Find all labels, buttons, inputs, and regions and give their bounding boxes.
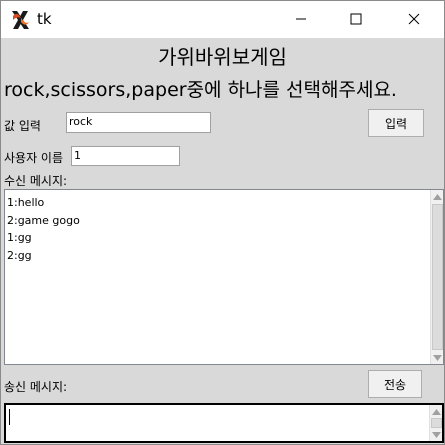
message-line: 2:game gogo [7,213,80,227]
received-messages-label: 수신 메시지: [4,174,68,188]
close-icon [408,10,420,29]
value-input-field[interactable]: rock [66,112,211,133]
received-scrollbar[interactable] [430,190,443,364]
instruction-text: rock,scissors,paper중에 하나를 선택해주세요. [4,79,397,101]
minimize-button[interactable] [277,1,325,38]
minimize-icon [295,10,307,29]
received-messages-list: 1:hello 2:game gogo 1:gg 2:gg [7,194,80,264]
scroll-thumb[interactable] [432,204,443,350]
text-caret [9,409,10,425]
value-input-label: 값 입력 [4,119,41,133]
message-line: 1:gg [7,231,32,244]
scroll-down-arrow-icon[interactable] [431,351,444,364]
message-line: 2:gg [7,248,32,262]
send-button[interactable]: 전송 [368,370,422,398]
username-field[interactable]: 1 [71,146,180,166]
send-input-scrollbar[interactable] [429,405,442,441]
message-line: 1:hello [7,196,45,209]
scroll-thumb[interactable] [431,418,442,428]
send-message-label: 송신 메시지: [4,380,68,394]
window-title: tk [37,10,52,28]
client-area: 가위바위보게임 rock,scissors,paper중에 하나를 선택해주세요… [1,38,444,444]
scroll-down-arrow-icon[interactable] [430,428,443,441]
title-bar[interactable]: tk [1,1,444,38]
close-button[interactable] [390,1,438,38]
scroll-up-arrow-icon[interactable] [431,190,444,203]
tk-feather-icon [9,8,33,32]
maximize-icon [350,10,362,29]
submit-value-button[interactable]: 입력 [368,109,424,137]
game-title: 가위바위보게임 [158,45,287,69]
maximize-button[interactable] [332,1,380,38]
scroll-up-arrow-icon[interactable] [430,405,443,418]
username-label: 사용자 이름 [4,151,64,165]
send-message-input[interactable] [4,403,444,443]
received-messages-box[interactable]: 1:hello 2:game gogo 1:gg 2:gg [4,189,444,365]
app-window: tk 가위바위보게임 rock,scissors,paper중에 하나를 선택해… [0,0,445,445]
